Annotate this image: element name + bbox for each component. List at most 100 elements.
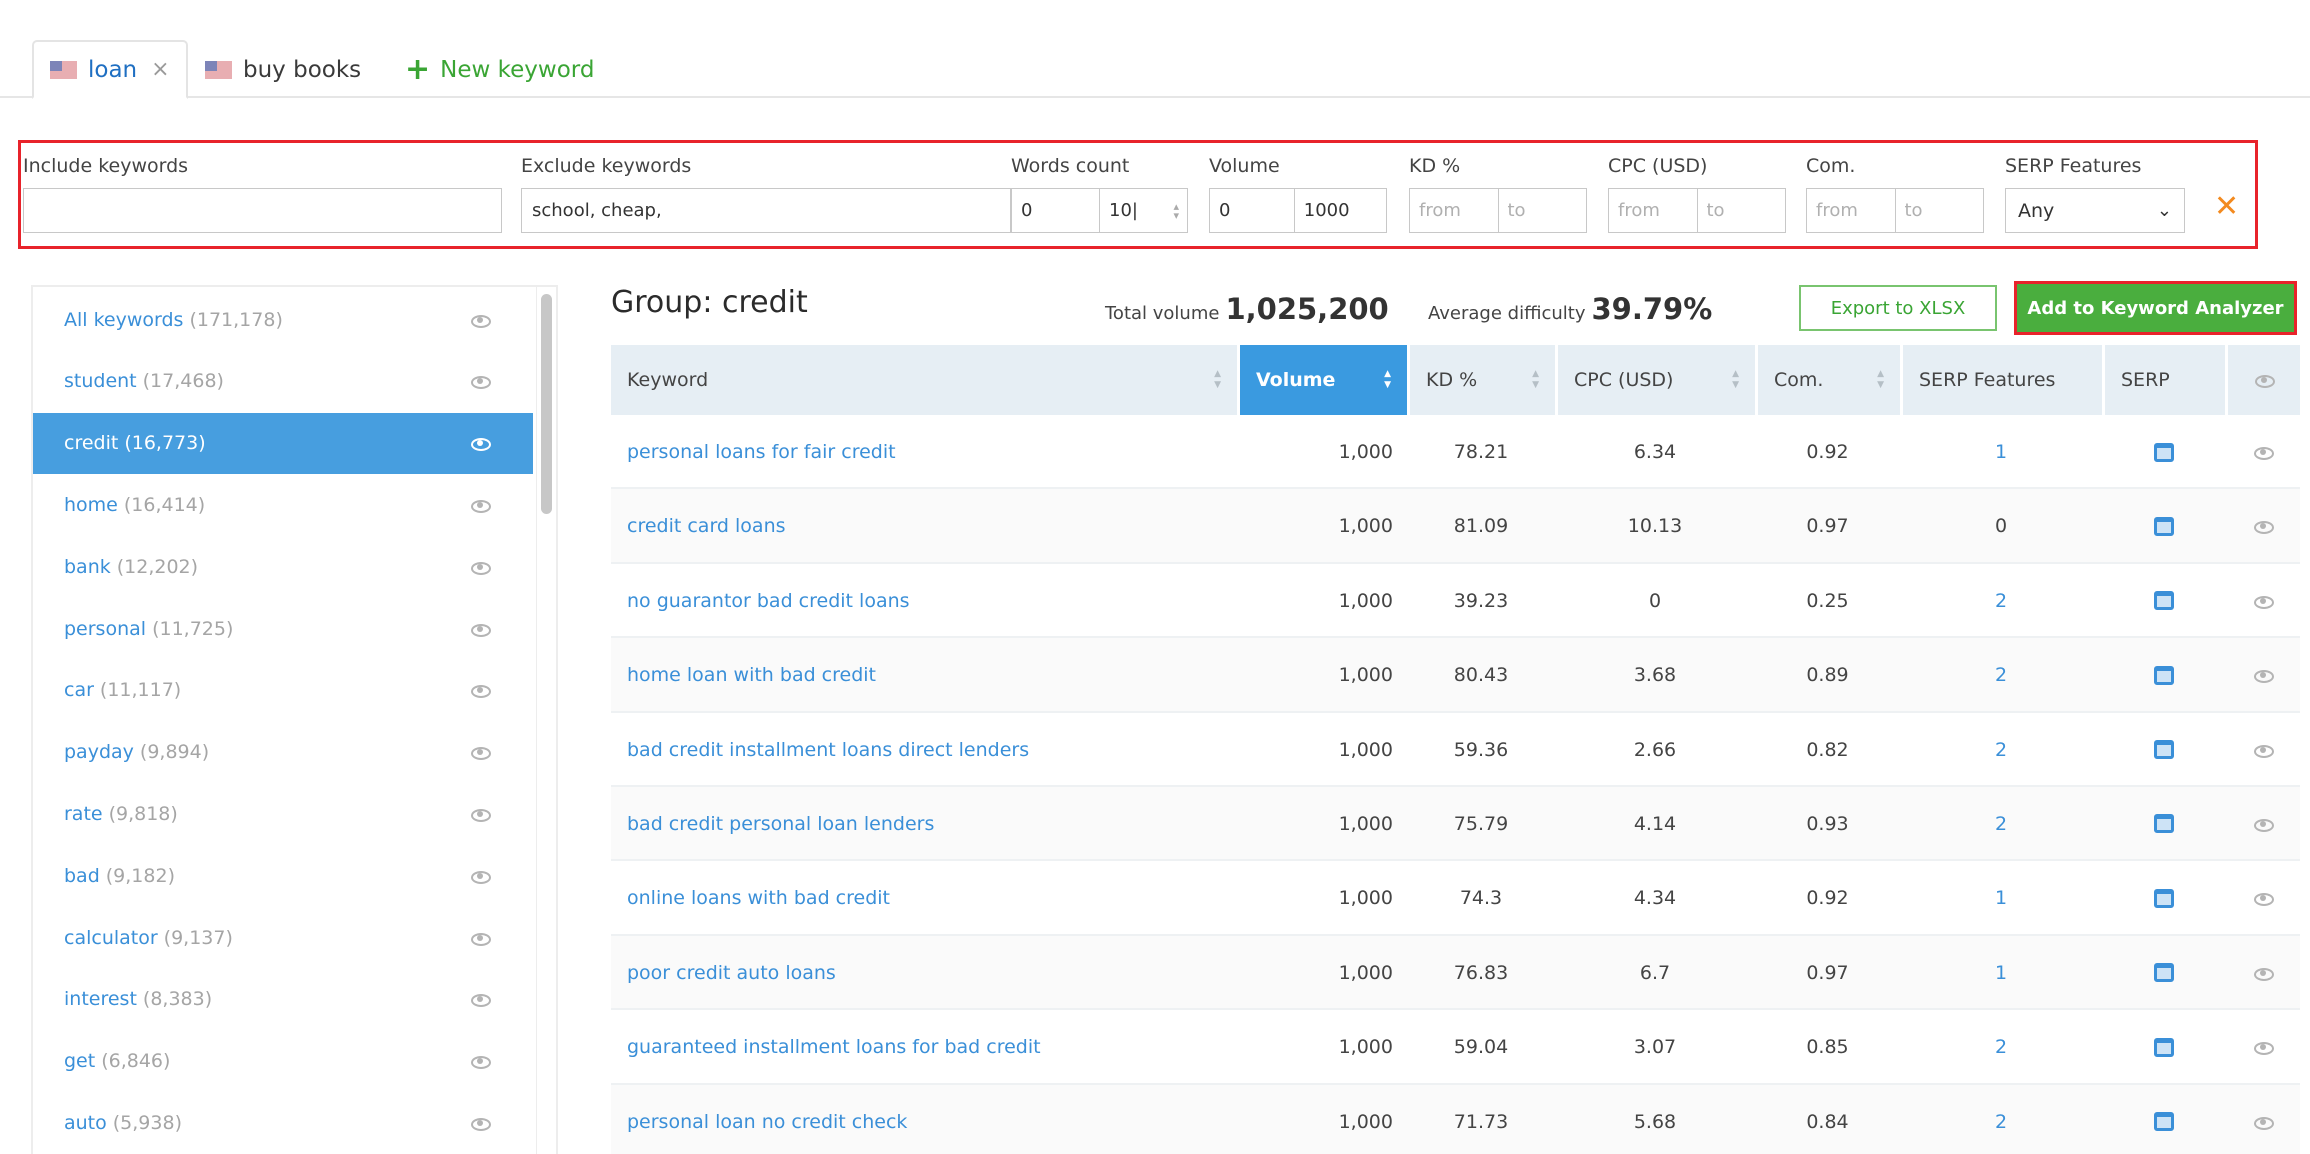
serp-snapshot-icon[interactable] — [2153, 963, 2174, 983]
sidebar-item-all-keywords[interactable]: All keywords (171,178) — [33, 289, 533, 350]
table-row: online loans with bad credit 1,000 74.3 4.3… — [611, 861, 2300, 936]
eye-icon[interactable] — [2252, 1040, 2274, 1056]
eye-icon[interactable] — [469, 374, 491, 390]
cell-serp-features[interactable]: 1 — [1900, 415, 2102, 489]
eye-icon[interactable] — [469, 683, 491, 699]
cell-keyword[interactable]: home loan with bad credit — [611, 638, 1237, 712]
com-to[interactable]: to — [1894, 189, 1984, 232]
cpc-from[interactable]: from — [1609, 189, 1697, 232]
sidebar-item-interest[interactable]: interest (8,383) — [33, 969, 533, 1030]
cell-keyword[interactable]: personal loan no credit check — [611, 1085, 1237, 1154]
sidebar-item-home[interactable]: home (16,414) — [33, 474, 533, 535]
cell-keyword[interactable]: no guarantor bad credit loans — [611, 564, 1237, 638]
eye-icon[interactable] — [469, 498, 491, 513]
cell-keyword[interactable]: personal loans for fair credit — [611, 415, 1237, 489]
eye-icon[interactable] — [2252, 966, 2274, 981]
clear-filters-icon[interactable]: ✕ — [2214, 189, 2239, 224]
eye-icon[interactable] — [469, 313, 491, 328]
words-count-from[interactable]: 0 — [1012, 189, 1099, 232]
eye-icon[interactable] — [2253, 373, 2275, 388]
export-xlsx-button[interactable]: Export to XLSX — [1799, 285, 1997, 331]
cell-keyword[interactable]: bad credit installment loans direct lend… — [611, 713, 1237, 787]
eye-icon[interactable] — [2252, 743, 2274, 758]
serp-snapshot-icon[interactable] — [2153, 591, 2174, 611]
add-to-keyword-analyzer-button[interactable]: Add to Keyword Analyzer — [2014, 281, 2297, 335]
serp-snapshot-icon[interactable] — [2153, 1037, 2174, 1057]
sidebar-item-personal[interactable]: personal (11,725) — [33, 598, 533, 659]
eye-icon[interactable] — [469, 436, 491, 452]
sidebar-item-get[interactable]: get (6,846) — [33, 1031, 533, 1092]
tab-loan[interactable]: loan × — [32, 40, 188, 99]
sidebar-item-student[interactable]: student (17,468) — [33, 351, 533, 412]
column-header-volume[interactable]: Volume ▲ ▼ — [1237, 345, 1407, 415]
cpc-to[interactable]: to — [1696, 189, 1786, 232]
table-row: personal loans for fair credit 1,000 78.21… — [611, 415, 2300, 490]
sidebar-item-credit[interactable]: credit (16,773) — [33, 412, 533, 474]
tab-buy-books[interactable]: buy books — [205, 40, 361, 99]
column-header-kd[interactable]: KD % ▲ ▼ — [1407, 345, 1555, 415]
sidebar-item-auto[interactable]: auto (5,938) — [33, 1092, 533, 1153]
new-keyword-button[interactable]: + New keyword — [405, 40, 594, 99]
eye-icon[interactable] — [2252, 668, 2274, 684]
cell-keyword[interactable]: online loans with bad credit — [611, 861, 1237, 935]
sidebar-item-bad[interactable]: bad (9,182) — [33, 845, 533, 906]
stepper-icon[interactable]: ▴ ▾ — [1173, 201, 1179, 221]
eye-icon[interactable] — [469, 1116, 491, 1131]
serp-snapshot-icon[interactable] — [2153, 442, 2174, 462]
eye-icon[interactable] — [469, 869, 491, 884]
com-from[interactable]: from — [1807, 189, 1895, 232]
cell-serp-features[interactable]: 1 — [1900, 936, 2102, 1010]
sidebar-item-rate[interactable]: rate (9,818) — [33, 783, 533, 844]
eye-icon[interactable] — [469, 931, 491, 946]
eye-icon[interactable] — [469, 807, 491, 822]
eye-icon[interactable] — [2252, 519, 2274, 535]
sidebar-item-car[interactable]: car (11,117) — [33, 660, 533, 721]
cell-serp-features[interactable]: 2 — [1900, 638, 2102, 712]
eye-icon[interactable] — [469, 560, 491, 575]
serp-features-select[interactable]: Any ⌄ — [2005, 188, 2185, 233]
include-keywords-input[interactable] — [23, 188, 502, 233]
cell-serp-features[interactable]: 2 — [1900, 564, 2102, 638]
kd-to[interactable]: to — [1497, 189, 1587, 232]
column-header-keyword[interactable]: Keyword ▲ ▼ — [611, 345, 1237, 415]
eye-icon[interactable] — [469, 1054, 491, 1070]
words-count-to[interactable]: 10| ▴ ▾ — [1099, 189, 1187, 232]
cell-keyword[interactable]: poor credit auto loans — [611, 936, 1237, 1010]
exclude-keywords-input[interactable]: school, cheap, — [521, 188, 1011, 233]
volume-to[interactable]: 1000 — [1293, 189, 1386, 232]
serp-snapshot-icon[interactable] — [2153, 1112, 2174, 1132]
eye-icon[interactable] — [2252, 594, 2274, 609]
eye-icon[interactable] — [469, 992, 491, 1008]
cell-keyword[interactable]: bad credit personal loan lenders — [611, 787, 1237, 861]
serp-snapshot-icon[interactable] — [2153, 888, 2174, 908]
sidebar-scrollbar[interactable] — [536, 287, 556, 1154]
eye-icon[interactable] — [2252, 445, 2274, 460]
cell-serp-features[interactable]: 2 — [1900, 1010, 2102, 1084]
eye-icon[interactable] — [2252, 891, 2274, 907]
cell-keyword[interactable]: credit card loans — [611, 489, 1237, 563]
serp-snapshot-icon[interactable] — [2153, 740, 2174, 760]
serp-snapshot-icon[interactable] — [2153, 814, 2174, 834]
sidebar-item-payday[interactable]: payday (9,894) — [33, 722, 533, 783]
sidebar-item-calculator[interactable]: calculator (9,137) — [33, 907, 533, 968]
cell-serp-features[interactable]: 2 — [1900, 787, 2102, 861]
cell-serp-features[interactable]: 2 — [1900, 1085, 2102, 1154]
scroll-thumb[interactable] — [541, 294, 552, 514]
kd-from[interactable]: from — [1410, 189, 1498, 232]
serp-snapshot-icon[interactable] — [2153, 665, 2174, 685]
cell-kd: 76.83 — [1453, 961, 1509, 984]
volume-from[interactable]: 0 — [1210, 189, 1294, 232]
sidebar-item-bank[interactable]: bank (12,202) — [33, 536, 533, 597]
eye-icon[interactable] — [2252, 817, 2274, 832]
cell-keyword[interactable]: guaranteed installment loans for bad cre… — [611, 1010, 1237, 1084]
cell-serp-features[interactable]: 1 — [1900, 861, 2102, 935]
eye-icon[interactable] — [2252, 1115, 2274, 1130]
cell-serp-features[interactable]: 2 — [1900, 713, 2102, 787]
serp-snapshot-icon[interactable] — [2153, 516, 2174, 536]
eye-icon[interactable] — [469, 622, 491, 637]
eye-icon[interactable] — [469, 745, 491, 761]
column-header-view[interactable] — [2225, 345, 2300, 415]
close-icon[interactable]: × — [151, 57, 169, 82]
column-header-com[interactable]: Com. ▲ ▼ — [1755, 345, 1900, 415]
column-header-cpc[interactable]: CPC (USD) ▲ ▼ — [1555, 345, 1755, 415]
